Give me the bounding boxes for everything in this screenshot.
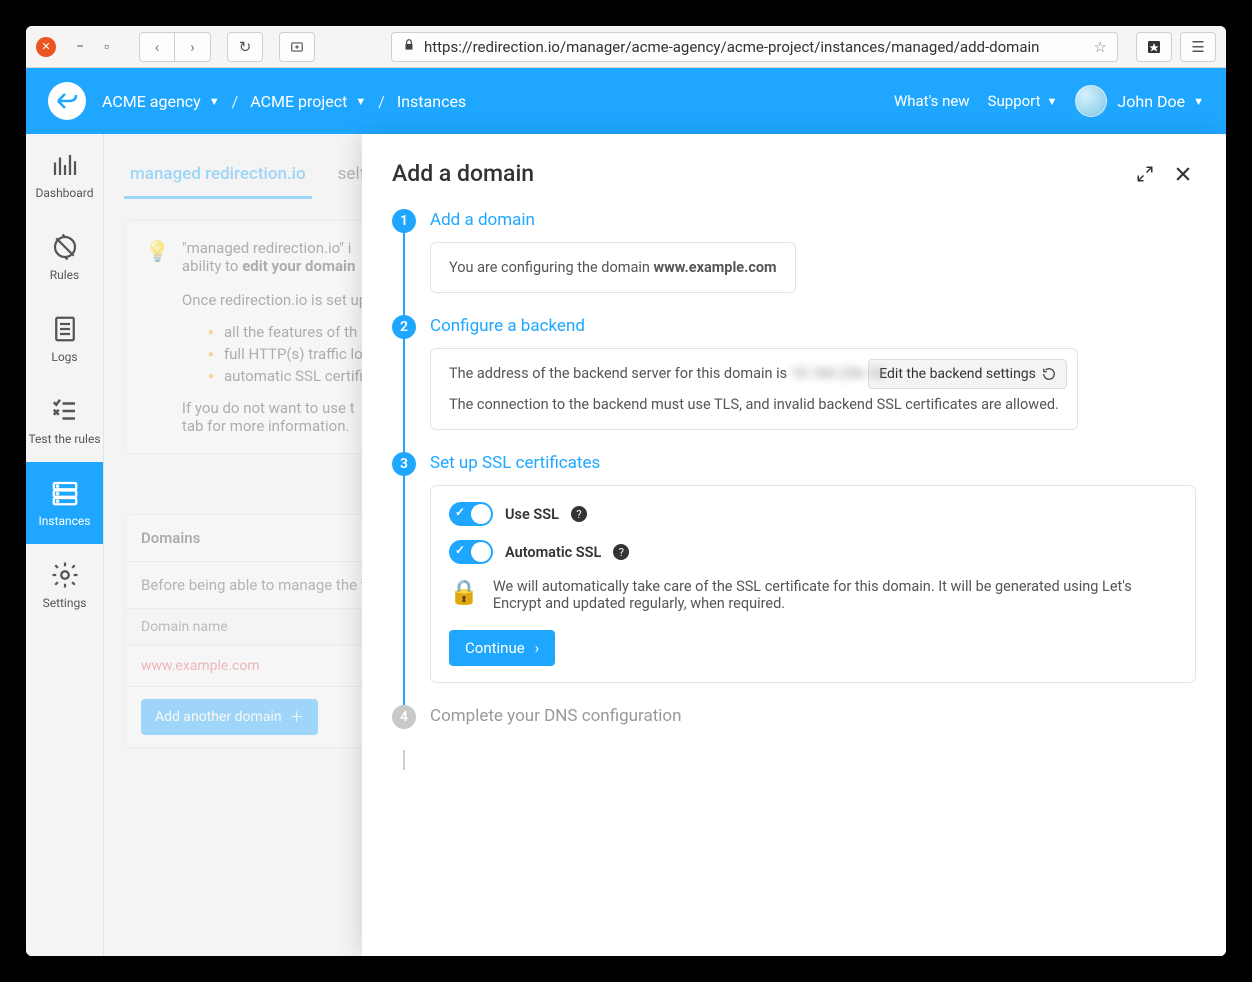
- window-maximize-button[interactable]: ▫: [104, 38, 109, 55]
- browser-titlebar: ✕ − ▫ ‹ › ↻ https://redirection.io/manag…: [26, 26, 1226, 68]
- chevron-right-icon: ›: [535, 639, 540, 657]
- chevron-down-icon[interactable]: ▼: [209, 95, 220, 108]
- step-number: 2: [392, 315, 416, 339]
- help-icon[interactable]: ?: [571, 506, 587, 522]
- user-menu[interactable]: John Doe▼: [1117, 92, 1204, 111]
- app-header: ACME agency ▼ / ACME project ▼ / Instanc…: [26, 68, 1226, 134]
- breadcrumb-agency[interactable]: ACME agency: [102, 92, 201, 111]
- browser-forward-button[interactable]: ›: [175, 32, 211, 62]
- nav-instances[interactable]: Instances: [26, 462, 103, 544]
- step3-body: Use SSL ? Automatic SSL ? 🔒 We will auto…: [430, 485, 1196, 683]
- window-close-button[interactable]: ✕: [36, 37, 56, 57]
- breadcrumb-section[interactable]: Instances: [397, 92, 466, 111]
- lock-icon: [402, 38, 416, 56]
- step-4: 4 Complete your DNS configuration: [392, 705, 1196, 738]
- edit-backend-button[interactable]: Edit the backend settings: [868, 359, 1067, 389]
- close-icon[interactable]: [1170, 161, 1196, 187]
- browser-reload-button[interactable]: ↻: [227, 32, 263, 62]
- nav-test-rules[interactable]: Test the rules: [26, 380, 103, 462]
- app-logo[interactable]: [48, 82, 86, 120]
- step2-body: Edit the backend settings The address of…: [430, 348, 1078, 430]
- help-icon[interactable]: ?: [613, 544, 629, 560]
- chevron-down-icon[interactable]: ▼: [355, 95, 366, 108]
- nav-settings[interactable]: Settings: [26, 544, 103, 626]
- automatic-ssl-toggle[interactable]: [449, 540, 493, 564]
- chevron-down-icon: ▼: [1047, 95, 1058, 108]
- whats-new-link[interactable]: What's new: [894, 92, 970, 110]
- avatar[interactable]: [1075, 85, 1107, 117]
- panel-title: Add a domain: [392, 160, 1120, 187]
- left-nav: Dashboard Rules Logs Test the rules Inst…: [26, 134, 104, 956]
- support-link[interactable]: Support▼: [988, 92, 1058, 110]
- breadcrumb: ACME agency ▼ / ACME project ▼ / Instanc…: [102, 92, 466, 111]
- browser-apps-button[interactable]: [1136, 32, 1172, 62]
- nav-rules[interactable]: Rules: [26, 216, 103, 298]
- browser-menu-button[interactable]: ☰: [1180, 32, 1216, 62]
- breadcrumb-project[interactable]: ACME project: [250, 92, 347, 111]
- url-text: https://redirection.io/manager/acme-agen…: [424, 38, 1039, 56]
- lock-icon: 🔒: [449, 578, 479, 612]
- browser-tab-button[interactable]: [279, 32, 315, 62]
- add-domain-panel: Add a domain 1 Add a domain: [362, 134, 1226, 956]
- step1-body: You are configuring the domain www.examp…: [430, 242, 796, 293]
- nav-dashboard[interactable]: Dashboard: [26, 134, 103, 216]
- step-number: 4: [392, 705, 416, 729]
- nav-logs[interactable]: Logs: [26, 298, 103, 380]
- bookmark-star-icon[interactable]: ☆: [1094, 38, 1107, 56]
- browser-back-button[interactable]: ‹: [139, 32, 175, 62]
- use-ssl-toggle[interactable]: [449, 502, 493, 526]
- step-number: 3: [392, 452, 416, 476]
- step-number: 1: [392, 209, 416, 233]
- expand-icon[interactable]: [1132, 161, 1158, 187]
- window-minimize-button[interactable]: −: [76, 39, 84, 55]
- browser-address-bar[interactable]: https://redirection.io/manager/acme-agen…: [391, 32, 1118, 62]
- continue-button[interactable]: Continue ›: [449, 630, 555, 666]
- chevron-down-icon: ▼: [1193, 95, 1204, 108]
